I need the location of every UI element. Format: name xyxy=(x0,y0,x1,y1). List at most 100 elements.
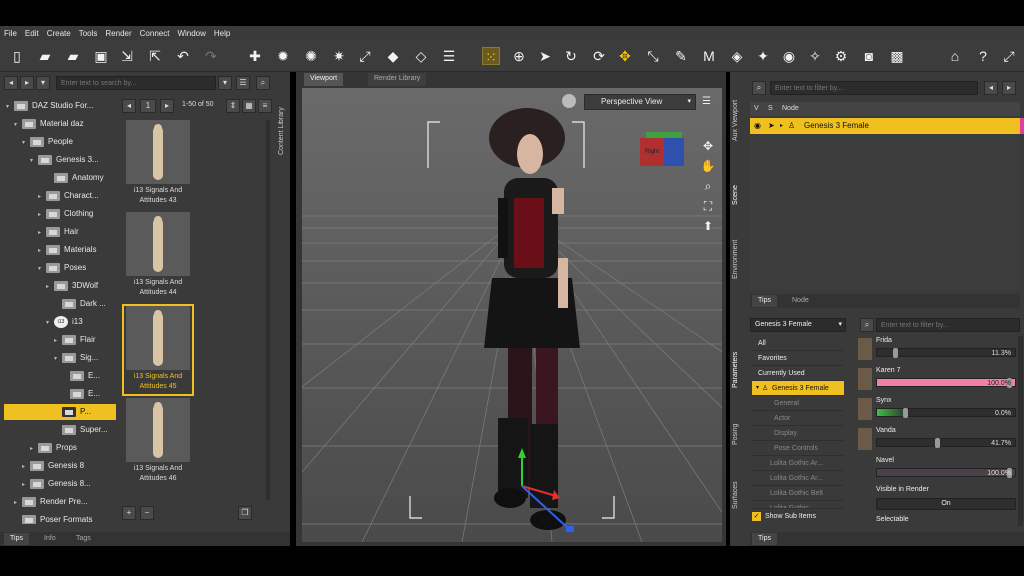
menu-file[interactable]: File xyxy=(4,29,17,38)
tree-item[interactable]: ▾ Genesis 3... xyxy=(30,152,99,168)
merge-folder-icon[interactable]: ▰ xyxy=(64,47,82,65)
region-navigator-icon[interactable]: ◈ xyxy=(728,47,746,65)
tree-item[interactable]: Super... xyxy=(54,422,108,438)
export-icon[interactable]: ⇱ xyxy=(146,47,164,65)
collapse-arrow-icon[interactable]: ▾ xyxy=(30,153,38,169)
render-icon[interactable]: ◙ xyxy=(860,47,878,65)
back-arrow-icon[interactable]: ◂ xyxy=(4,76,18,90)
tab-tips[interactable]: Tips xyxy=(752,295,777,307)
create-primitive-icon[interactable]: ◆ xyxy=(384,47,402,65)
prev-page-icon[interactable]: ◂ xyxy=(122,99,136,113)
tree-item[interactable]: Anatomy xyxy=(46,170,104,186)
content-thumbnail[interactable]: i13 Signals And Attitudes 44 xyxy=(124,212,192,300)
menu-edit[interactable]: Edit xyxy=(25,29,39,38)
tab-scene[interactable]: Scene xyxy=(732,170,744,220)
expand-arrow-icon[interactable]: ▸ xyxy=(38,225,46,241)
zoom-icon[interactable]: ⌕ xyxy=(700,176,716,196)
tab-environment[interactable]: Environment xyxy=(732,224,744,294)
collapse-arrow-icon[interactable]: ▾ xyxy=(14,117,22,133)
tree-item[interactable]: ▾ Poses xyxy=(38,260,86,276)
create-camera-icon[interactable]: ✚ xyxy=(246,47,264,65)
scene-node-row[interactable]: ◉ ➤ ▸ ♙ Genesis 3 Female xyxy=(750,118,1020,134)
tab-parameters[interactable]: Parameters xyxy=(732,340,744,400)
tab-aux-viewport[interactable]: Aux Viewport xyxy=(732,80,744,160)
search-icon[interactable]: ⌕ xyxy=(256,76,270,90)
undo-icon[interactable]: ↶ xyxy=(174,47,192,65)
tree-item[interactable]: ▸ Materials xyxy=(38,242,96,258)
orbit-icon[interactable]: ✥ xyxy=(700,136,716,156)
tree-item[interactable]: E... xyxy=(62,368,100,384)
expand-arrow-icon[interactable]: ▸ xyxy=(38,189,46,205)
show-sub-items[interactable]: ✓ Show Sub Items xyxy=(750,510,850,524)
slider-track[interactable]: 100.0% xyxy=(876,468,1016,478)
slider-knob[interactable] xyxy=(935,438,940,448)
menu-help[interactable]: Help xyxy=(214,29,230,38)
expand-arrow-icon[interactable]: ▸ xyxy=(30,441,38,457)
collapse-arrow-icon[interactable]: ▾ xyxy=(46,315,54,331)
tree-item-selected[interactable]: P... xyxy=(4,404,116,420)
expand-arrow-icon[interactable]: ▸ xyxy=(38,243,46,259)
param-group-item[interactable]: Lolita Gothic Ar... xyxy=(752,471,844,486)
collapse-arrow-icon[interactable]: ▾ xyxy=(54,351,62,367)
pan-icon[interactable]: ✋ xyxy=(700,156,716,176)
display-style-icon[interactable] xyxy=(562,94,576,108)
tab-content-library[interactable]: Content Library xyxy=(278,96,290,166)
expand-arrow-icon[interactable]: ▸ xyxy=(780,118,783,134)
collapse-arrow-icon[interactable]: ▾ xyxy=(38,261,46,277)
content-thumbnail[interactable]: i13 Signals And Attitudes 46 xyxy=(124,398,192,486)
tree-item[interactable]: ▾ i13 i13 xyxy=(46,314,83,330)
expand-arrow-icon[interactable]: ▸ xyxy=(46,279,54,295)
slider-knob[interactable] xyxy=(893,348,898,358)
joint-editor-icon[interactable]: ✎ xyxy=(672,47,690,65)
active-pose-tool-icon[interactable]: ⁙ xyxy=(482,47,500,65)
expand-arrow-icon[interactable]: ▸ xyxy=(22,477,30,493)
expand-arrow-icon[interactable]: ▸ xyxy=(22,459,30,475)
frame-icon[interactable]: ⛶ xyxy=(700,196,716,216)
params-filter-input[interactable]: Enter text to filter by... xyxy=(876,318,1020,332)
content-thumbnail[interactable]: i13 Signals And Attitudes 43 xyxy=(124,120,192,208)
tree-item[interactable]: ▸ Clothing xyxy=(38,206,93,222)
param-group-item[interactable]: Lolita Gothic... xyxy=(752,501,844,509)
view-cube[interactable]: Right xyxy=(640,132,686,172)
eye-icon[interactable]: ◉ xyxy=(754,118,761,134)
param-group-general[interactable]: General xyxy=(752,396,844,411)
tab-tags[interactable]: Tags xyxy=(70,533,97,545)
tab-node[interactable]: Node xyxy=(786,295,815,307)
home-icon[interactable]: ⌂ xyxy=(946,47,964,65)
expand-arrow-icon[interactable]: ▸ xyxy=(38,207,46,223)
rotate-tool-icon[interactable]: ↻ xyxy=(562,47,580,65)
tree-item[interactable]: ▸ Flair xyxy=(54,332,96,348)
rotate-tool-2-icon[interactable]: ⟳ xyxy=(590,47,608,65)
tree-item[interactable]: ▸ Props xyxy=(30,440,77,456)
import-icon[interactable]: ⇲ xyxy=(118,47,136,65)
slider-track[interactable]: 11.3% xyxy=(876,348,1016,358)
grid-view-icon[interactable]: ▦ xyxy=(242,99,256,113)
param-group-item[interactable]: Lolita Gothic Belt xyxy=(752,486,844,501)
list-view-icon[interactable]: ≡ xyxy=(258,99,272,113)
tab-info[interactable]: Info xyxy=(38,533,62,545)
copy-icon[interactable]: ❐ xyxy=(238,506,252,520)
tab-posing[interactable]: Posing xyxy=(732,414,744,454)
forward-arrow-icon[interactable]: ▸ xyxy=(1002,81,1016,95)
content-thumbnail-selected[interactable]: i13 Signals And Attitudes 45 xyxy=(122,304,194,396)
param-group-all[interactable]: All xyxy=(752,336,844,351)
collapse-arrow-icon[interactable]: ▾ xyxy=(6,99,14,115)
reset-view-icon[interactable]: ⬆ xyxy=(700,216,716,236)
view-options-icon[interactable]: ☰ xyxy=(236,76,250,90)
scene-filter-input[interactable]: Enter text to filter by... xyxy=(770,81,978,95)
create-linear-light-icon[interactable]: ⤢ xyxy=(356,47,374,65)
tab-viewport[interactable]: Viewport xyxy=(304,73,344,86)
tab-surfaces[interactable]: Surfaces xyxy=(732,470,744,520)
tree-item[interactable]: ▸ Genesis 8 xyxy=(22,458,84,474)
content-search-input[interactable]: Enter text to search by... xyxy=(56,76,216,90)
tree-item[interactable]: ▸ Hair xyxy=(38,224,79,240)
spot-render-icon[interactable]: ✦ xyxy=(754,47,772,65)
help-icon[interactable]: ? xyxy=(974,47,992,65)
align-icon[interactable]: ☰ xyxy=(440,47,458,65)
camera-snapshot-icon[interactable]: ▩ xyxy=(888,47,906,65)
remove-icon[interactable]: − xyxy=(140,506,154,520)
search-icon[interactable]: ⌕ xyxy=(860,318,874,332)
back-arrow-icon[interactable]: ◂ xyxy=(984,81,998,95)
param-group-currently-used[interactable]: Currently Used xyxy=(752,366,844,381)
tree-item[interactable]: ▸ Genesis 8... xyxy=(22,476,91,492)
